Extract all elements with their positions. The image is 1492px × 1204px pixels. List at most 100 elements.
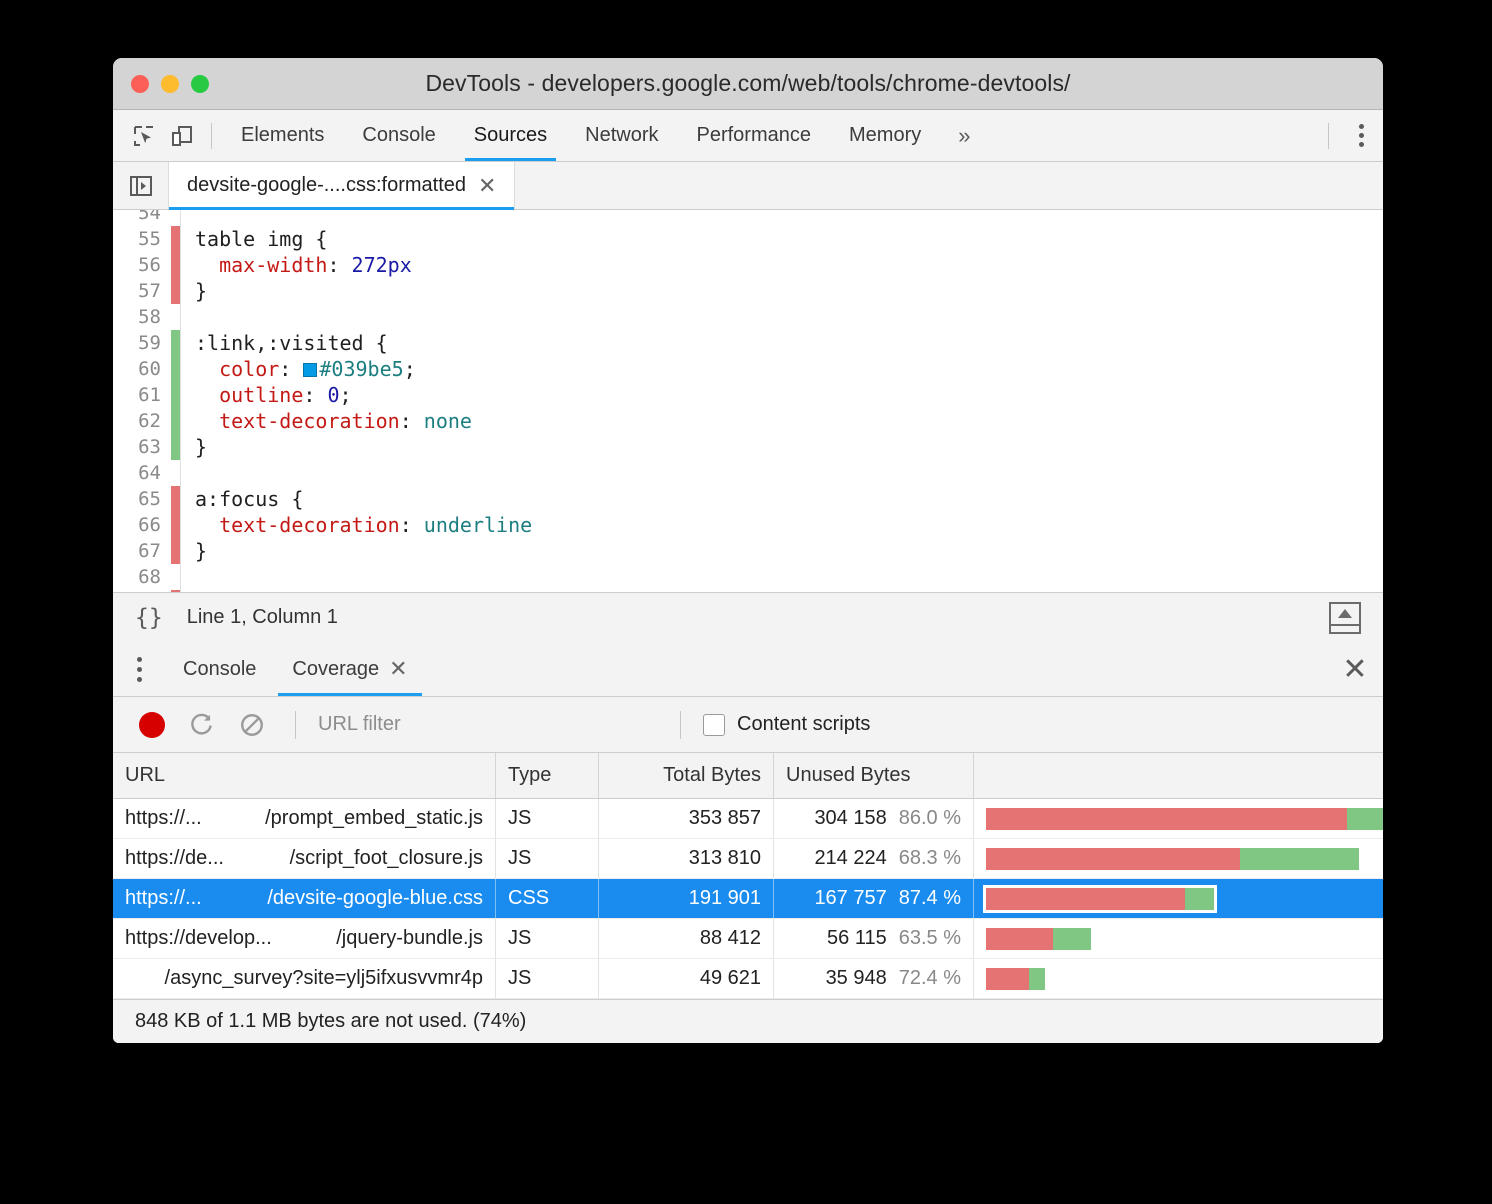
code-line-text: max-width: 272px (195, 253, 412, 277)
code-line-text: } (195, 539, 208, 563)
code-line: 58 (113, 304, 1383, 330)
table-row[interactable]: https://develop... /jquery-bundle.js JS 88 … (113, 919, 1383, 959)
show-navigator-icon[interactable] (113, 162, 169, 209)
cell-coverage-bar (974, 879, 1383, 918)
coverage-bar (986, 847, 1359, 870)
drawer-kebab-menu-icon[interactable] (113, 642, 165, 696)
code-line: 62 text-decoration: none (113, 408, 1383, 434)
coverage-gutter-strip (171, 304, 180, 330)
coverage-gutter-strip (171, 434, 180, 460)
coverage-gutter-strip (171, 356, 180, 382)
tab-memory[interactable]: Memory (830, 110, 940, 161)
line-number: 68 (138, 566, 161, 588)
url-host: https://... (125, 887, 202, 909)
table-row[interactable]: https://... /devsite-google-blue.css CSS 19… (113, 879, 1383, 919)
cell-total-bytes: 313 810 (599, 839, 774, 878)
gutter-divider (180, 304, 181, 330)
source-code-editor[interactable]: 54 55 table img {56 max-width: 272px 57} 58 5… (113, 210, 1383, 592)
code-line-text: color: #039be5; (195, 357, 416, 381)
window-controls (131, 74, 209, 93)
cell-url: https://develop... /jquery-bundle.js (113, 919, 496, 958)
line-number: 63 (138, 436, 161, 458)
unused-percent-value: 68.3 % (898, 847, 961, 869)
inspect-element-icon[interactable] (125, 117, 163, 155)
column-header-url[interactable]: URL (113, 753, 496, 798)
dock-to-bottom-icon[interactable] (1329, 601, 1361, 634)
url-filter-input[interactable] (318, 713, 658, 736)
table-row[interactable]: /async_survey?site=ylj5ifxusvvmr4p JS 49 6… (113, 959, 1383, 999)
bar-segment-unused (986, 807, 1348, 830)
line-number: 55 (138, 228, 161, 250)
column-header-unused-bytes[interactable]: Unused Bytes (774, 753, 974, 798)
bar-segment-unused (986, 847, 1241, 870)
tab-sources[interactable]: Sources (455, 110, 566, 161)
unused-percent-value: 63.5 % (898, 927, 961, 949)
clear-icon[interactable] (231, 704, 273, 746)
close-drawer-icon[interactable]: ✕ (1327, 642, 1383, 696)
coverage-bar (986, 967, 1045, 990)
reload-icon[interactable] (181, 704, 223, 746)
line-number: 67 (138, 540, 161, 562)
coverage-bar (986, 807, 1383, 830)
device-toolbar-icon[interactable] (163, 117, 201, 155)
code-line-text: } (195, 279, 208, 303)
line-number: 64 (138, 462, 161, 484)
file-tab-devsite-google-blue-css[interactable]: devsite-google-....css:formatted ✕ (169, 162, 516, 210)
unused-bytes-value: 304 158 (814, 807, 887, 829)
pretty-print-icon[interactable]: {} (135, 605, 163, 631)
tab-elements[interactable]: Elements (222, 110, 343, 161)
more-tabs-icon[interactable]: » (940, 110, 988, 161)
checkbox-box[interactable] (703, 713, 725, 736)
line-number: 56 (138, 254, 161, 276)
bar-segment-used (1028, 967, 1045, 990)
code-line: 66 text-decoration: underline (113, 512, 1383, 538)
close-window-button[interactable] (131, 74, 149, 93)
cell-url: /async_survey?site=ylj5ifxusvvmr4p (113, 959, 496, 998)
url-host: https://... (125, 807, 202, 829)
code-line-text: text-decoration: underline (195, 513, 533, 537)
cell-coverage-bar (974, 799, 1383, 838)
table-row[interactable]: https://... /prompt_embed_static.js JS 353 … (113, 799, 1383, 839)
close-icon[interactable]: ✕ (478, 174, 496, 197)
cell-unused-bytes: 167 757 87.4 % (774, 879, 974, 918)
url-path: /async_survey?site=ylj5ifxusvvmr4p (164, 967, 483, 989)
code-line: 54 (113, 210, 1383, 226)
bar-segment-unused (986, 887, 1185, 910)
column-header-bar (974, 753, 1383, 798)
drawer-tab-coverage[interactable]: Coverage ✕ (274, 642, 425, 696)
drawer-tab-console[interactable]: Console (165, 642, 274, 696)
file-tab-label: devsite-google-....css:formatted (187, 174, 467, 196)
tab-network[interactable]: Network (566, 110, 677, 161)
minimize-window-button[interactable] (161, 74, 179, 93)
cell-url: https://... /devsite-google-blue.css (113, 879, 496, 918)
coverage-gutter-strip (171, 210, 180, 226)
code-line: 56 max-width: 272px (113, 252, 1383, 278)
coverage-gutter-strip (171, 226, 180, 252)
unused-bytes-value: 35 948 (825, 967, 887, 989)
url-path: /prompt_embed_static.js (265, 807, 483, 829)
close-icon[interactable]: ✕ (389, 658, 407, 680)
kebab-menu-icon[interactable] (1339, 110, 1383, 161)
content-scripts-checkbox[interactable]: Content scripts (703, 713, 870, 736)
line-number: 58 (138, 306, 161, 328)
column-header-type[interactable]: Type (496, 753, 599, 798)
tab-performance[interactable]: Performance (678, 110, 831, 161)
cell-url: https://de... /script_foot_closure.js (113, 839, 496, 878)
devtools-window: DevTools - developers.google.com/web/too… (113, 58, 1383, 1043)
coverage-gutter-strip (171, 330, 180, 356)
record-button-icon[interactable] (131, 704, 173, 746)
source-file-tabstrip: devsite-google-....css:formatted ✕ (113, 162, 1383, 210)
maximize-window-button[interactable] (191, 74, 209, 93)
tab-console[interactable]: Console (343, 110, 454, 161)
gutter-divider (180, 460, 181, 486)
color-swatch-icon[interactable] (303, 363, 318, 377)
coverage-summary-label: 848 KB of 1.1 MB bytes are not used. (74… (135, 1010, 527, 1032)
bar-segment-used (1347, 807, 1383, 830)
gutter-divider (180, 210, 181, 226)
column-header-total-bytes[interactable]: Total Bytes (599, 753, 774, 798)
unused-bytes-value: 56 115 (827, 927, 887, 949)
table-row[interactable]: https://de... /script_foot_closure.js JS 31… (113, 839, 1383, 879)
cursor-position-label: Line 1, Column 1 (186, 606, 338, 628)
coverage-toolbar-divider-2 (680, 710, 681, 739)
coverage-gutter-strip (171, 382, 180, 408)
